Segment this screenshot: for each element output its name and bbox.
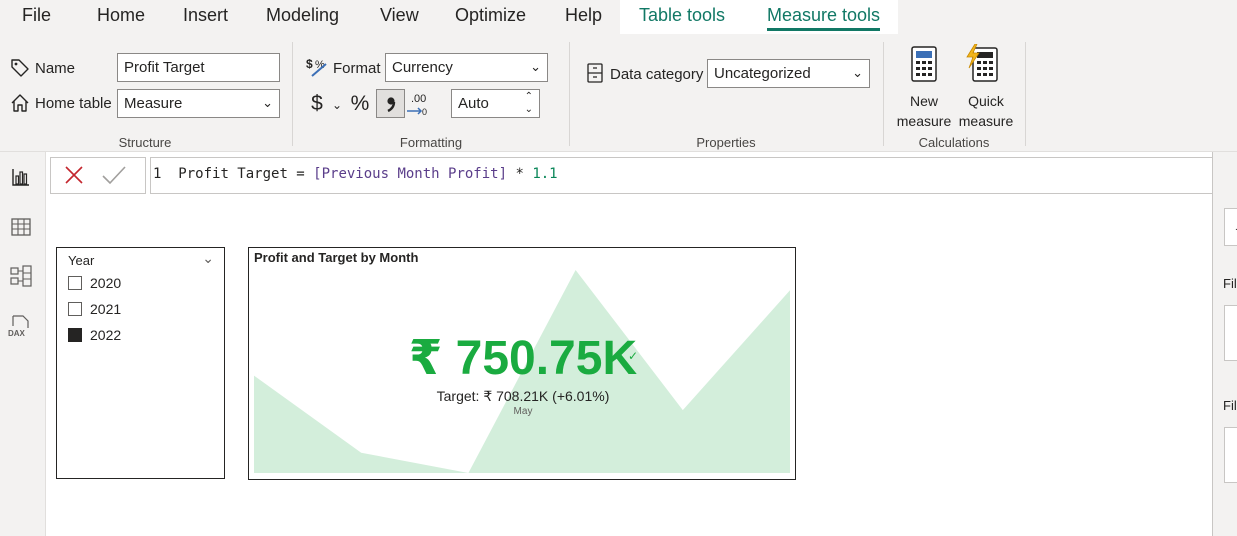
slicer-title: Year xyxy=(68,253,95,268)
calculator-icon xyxy=(909,46,939,82)
cancel-formula-icon[interactable] xyxy=(62,163,86,187)
chevron-down-icon[interactable]: ⌄ xyxy=(330,95,344,115)
decimal-places-stepper[interactable]: Auto ⌃ ⌄ xyxy=(451,89,540,118)
new-measure-button[interactable]: New measure xyxy=(893,42,955,130)
name-field[interactable]: Profit Target xyxy=(117,53,280,82)
home-icon xyxy=(9,92,31,114)
right-pane: .. Fil Fil xyxy=(1212,152,1237,536)
chevron-down-icon: ⌄ xyxy=(852,65,863,80)
data-category-value: Uncategorized xyxy=(714,65,811,82)
properties-group-label: Properties xyxy=(696,135,756,150)
formula-number: 1.1 xyxy=(532,166,558,182)
svg-text:$: $ xyxy=(306,57,313,71)
ribbon: Name Profit Target Home table Measure ⌄ … xyxy=(0,34,1237,152)
svg-text:.00: .00 xyxy=(411,93,426,105)
menu-optimize[interactable]: Optimize xyxy=(455,5,526,26)
kpi-status-check-icon: ✓ xyxy=(628,349,639,363)
name-label: Name xyxy=(35,60,76,77)
home-table-select[interactable]: Measure ⌄ xyxy=(117,89,280,118)
group-divider xyxy=(1025,42,1026,146)
data-category-label: Data category xyxy=(610,66,704,83)
chevron-down-icon: ⌄ xyxy=(530,59,541,74)
menu-help[interactable]: Help xyxy=(565,5,602,26)
formula-operator: * xyxy=(507,166,533,182)
quick-measure-button[interactable]: Quick measure xyxy=(955,42,1017,130)
tag-icon xyxy=(9,56,31,78)
group-divider xyxy=(883,42,884,146)
data-category-select[interactable]: Uncategorized ⌄ xyxy=(707,59,870,88)
quick-measure-label-line2: measure xyxy=(958,113,1014,129)
filter-well-1[interactable] xyxy=(1224,305,1237,361)
menu-bar: File Home Insert Modeling View Optimize … xyxy=(0,0,1237,34)
stepper-arrows-icon[interactable]: ⌃ ⌄ xyxy=(525,90,533,116)
kpi-period: May xyxy=(513,406,533,417)
slicer-item[interactable]: 2022 xyxy=(68,325,121,345)
group-divider xyxy=(292,42,293,146)
formatting-group-label: Formatting xyxy=(399,135,463,150)
calculations-group-label: Calculations xyxy=(918,135,990,150)
format-label: Format xyxy=(333,60,381,77)
checkbox[interactable] xyxy=(68,302,82,316)
format-icon: $% xyxy=(306,56,330,78)
chevron-down-icon: ⌄ xyxy=(262,95,273,110)
menu-home[interactable]: Home xyxy=(97,5,145,26)
group-divider xyxy=(569,42,570,146)
commit-formula-icon[interactable] xyxy=(101,163,127,187)
table-view-icon[interactable] xyxy=(10,216,32,238)
year-slicer[interactable]: Year ⌄ 2020 2021 2022 xyxy=(56,247,225,479)
left-nav: DAX xyxy=(0,152,46,536)
line-number: 1 xyxy=(153,166,162,182)
dax-query-view-icon[interactable]: DAX xyxy=(8,314,32,338)
comma-style-button[interactable] xyxy=(376,89,405,118)
formula-measure-reference: [Previous Month Profit] xyxy=(313,166,508,182)
svg-text:DAX: DAX xyxy=(8,329,26,338)
kpi-title: Profit and Target by Month xyxy=(254,250,419,265)
quick-calculator-icon xyxy=(965,44,999,82)
model-view-icon[interactable] xyxy=(10,265,32,287)
decimal-places-value: Auto xyxy=(458,95,489,112)
comma-icon xyxy=(386,96,395,112)
menu-measure-tools[interactable]: Measure tools xyxy=(767,5,881,31)
pane-top-box[interactable]: .. xyxy=(1224,208,1237,246)
kpi-target: Target: ₹ 708.21K (+6.01%) xyxy=(436,388,610,404)
home-table-label: Home table xyxy=(35,95,112,112)
formula-text: Profit Target = xyxy=(178,166,314,182)
slicer-item-label: 2020 xyxy=(90,275,122,291)
new-measure-label-line2: measure xyxy=(896,113,952,129)
structure-group-label: Structure xyxy=(118,135,172,150)
menu-file[interactable]: File xyxy=(22,5,51,26)
chevron-down-icon[interactable]: ⌄ xyxy=(202,250,214,267)
quick-measure-label-line1: Quick xyxy=(968,93,1004,109)
kpi-value: ₹ 750.75K xyxy=(408,332,638,385)
kpi-visual[interactable]: Profit and Target by Month ₹ 750.75K ✓ T… xyxy=(248,247,796,480)
menu-view[interactable]: View xyxy=(380,5,419,26)
formula-editor[interactable]: 1 Profit Target = [Previous Month Profit… xyxy=(150,157,1237,194)
home-table-value: Measure xyxy=(124,95,183,112)
new-measure-label-line1: New xyxy=(909,93,938,109)
menu-insert[interactable]: Insert xyxy=(183,5,228,26)
checkbox[interactable] xyxy=(68,328,82,342)
menu-table-tools[interactable]: Table tools xyxy=(639,5,725,26)
percent-button[interactable]: % xyxy=(348,92,372,116)
decimal-places-icon[interactable]: .00 0 xyxy=(405,91,429,117)
filter-well-2[interactable] xyxy=(1224,427,1237,483)
slicer-item[interactable]: 2021 xyxy=(68,299,121,319)
formula-actions xyxy=(50,157,146,194)
menu-modeling[interactable]: Modeling xyxy=(266,5,339,26)
slicer-item-label: 2021 xyxy=(90,301,122,317)
slicer-item[interactable]: 2020 xyxy=(68,273,121,293)
format-select[interactable]: Currency ⌄ xyxy=(385,53,548,82)
format-value: Currency xyxy=(392,59,453,76)
report-view-icon[interactable] xyxy=(10,166,32,188)
filter-label-1: Fil xyxy=(1223,276,1237,291)
name-field-value: Profit Target xyxy=(124,59,205,76)
svg-text:0: 0 xyxy=(422,107,427,117)
filter-label-2: Fil xyxy=(1223,398,1237,413)
slicer-item-label: 2022 xyxy=(90,327,122,343)
checkbox[interactable] xyxy=(68,276,82,290)
currency-button[interactable]: $ xyxy=(307,92,327,116)
data-category-icon xyxy=(585,62,605,84)
